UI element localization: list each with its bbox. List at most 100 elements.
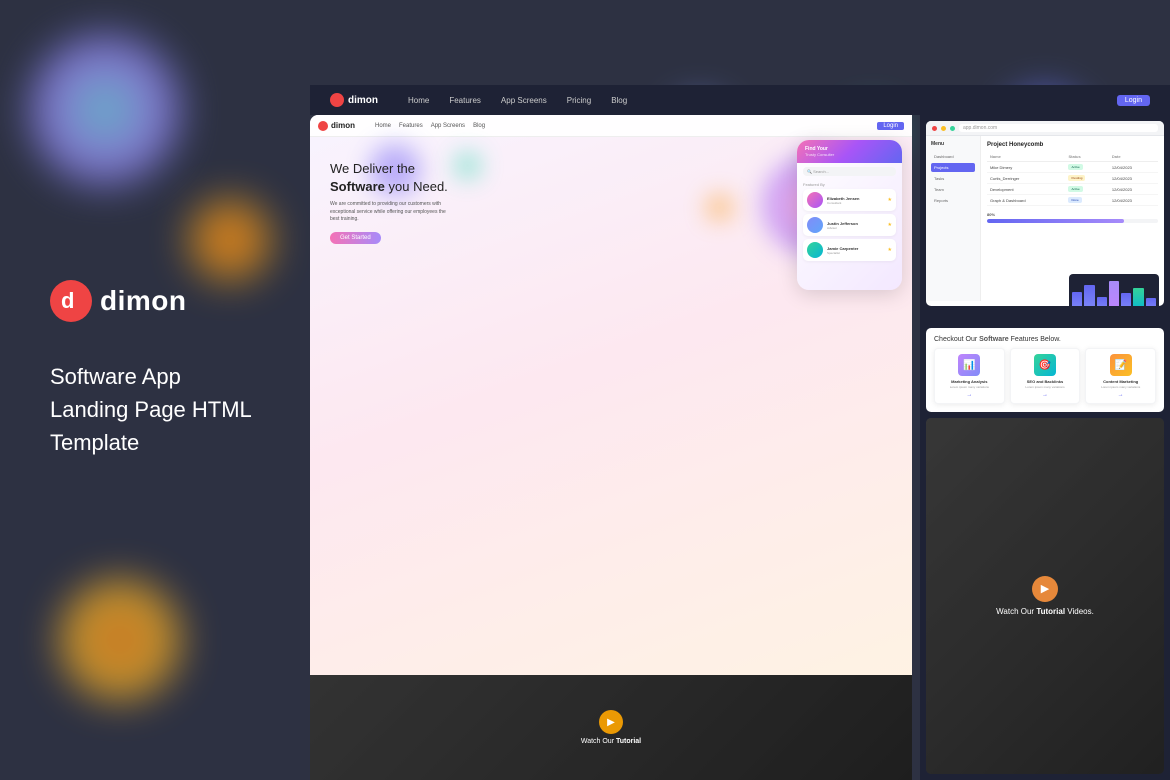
- td-status-3: Active: [1065, 184, 1108, 195]
- progress-label: 80%: [987, 212, 995, 217]
- navbar-link-appscreens[interactable]: App Screens: [501, 96, 547, 105]
- td-status-2: Pending: [1065, 173, 1108, 184]
- status-badge-2: Pending: [1068, 175, 1085, 181]
- right-features-title: Checkout Our Software Features Below.: [934, 336, 1156, 343]
- sidebar-item-tasks[interactable]: Tasks: [931, 174, 975, 183]
- right-feature-desc-1: Lorem ipsum many variations: [940, 386, 999, 390]
- table-row: Development Active 12/04/2023: [987, 184, 1158, 195]
- navbar: dimon Home Features App Screens Pricing …: [310, 85, 1170, 115]
- screenshots-row: dimon Home Features App Screens Blog Log…: [310, 115, 1170, 780]
- navbar-logo: dimon: [330, 93, 378, 107]
- right-feature-card-3: 📝 Content Marketing Lorem ipsum many var…: [1085, 348, 1156, 404]
- svg-text:d: d: [61, 288, 74, 313]
- ss-nav-login[interactable]: Login: [877, 122, 904, 130]
- user-star-2: ★: [888, 222, 892, 228]
- sidebar-item-projects[interactable]: Projects: [931, 163, 975, 172]
- right-feature-name-1: Marketing Analysis: [940, 379, 999, 384]
- right-video-overlay: ▶ Watch Our Tutorial Videos.: [926, 418, 1164, 774]
- blob-topleft: [30, 35, 180, 185]
- sidebar-header: Menu: [931, 141, 975, 147]
- ss-nav-features[interactable]: Features: [399, 123, 423, 129]
- right-feature-arrow-2: →: [1016, 392, 1075, 398]
- phone-featured-label: Featured By: [803, 182, 896, 187]
- title-line3: Template: [50, 426, 252, 459]
- ss-video-text: Watch Our Tutorial: [581, 738, 641, 745]
- status-badge-3: Active: [1068, 186, 1082, 192]
- logo-text: dimon: [100, 285, 187, 317]
- title-line1: Software App: [50, 360, 252, 393]
- right-feature-desc-3: Lorem ipsum many variations: [1091, 386, 1150, 390]
- phone-users-list: Elizabeth Jensen Consultant ★ Justin Jef…: [797, 189, 902, 261]
- right-feature-card-1: 📊 Marketing Analysis Lorem ipsum many va…: [934, 348, 1005, 404]
- right-video-section: ▶ Watch Our Tutorial Videos.: [926, 418, 1164, 774]
- navbar-login-button[interactable]: Login: [1117, 95, 1150, 106]
- status-badge-4: Done: [1068, 197, 1081, 203]
- browser-dot-red: [932, 126, 937, 131]
- sidebar-item-dashboard[interactable]: Dashboard: [931, 152, 975, 161]
- sidebar-item-reports[interactable]: Reports: [931, 196, 975, 205]
- td-status-4: Done: [1065, 195, 1108, 206]
- td-name-3: Development: [987, 184, 1065, 195]
- td-name-2: Curtis_Derringer: [987, 173, 1065, 184]
- ss-nav-home[interactable]: Home: [375, 123, 391, 129]
- dimon-logo-icon: d: [50, 280, 92, 322]
- progress-section: 80%: [987, 212, 1158, 223]
- ss-nav-appscreens[interactable]: App Screens: [431, 123, 465, 129]
- user-info-2: Justin Jefferson Advisor: [827, 221, 884, 230]
- browser-url-bar[interactable]: app.dimon.com: [959, 124, 1158, 132]
- right-video-text: Watch Our Tutorial Videos.: [996, 607, 1094, 616]
- phone-user-3: Jamie Carpenter Specialist ★: [803, 239, 896, 261]
- phone-user-2: Justin Jefferson Advisor ★: [803, 214, 896, 236]
- td-date-2: 12/04/2023: [1109, 173, 1158, 184]
- sidebar-item-team[interactable]: Team: [931, 185, 975, 194]
- browser-mockup: app.dimon.com Menu Dashboard Projects Ta…: [926, 121, 1164, 306]
- navbar-link-features[interactable]: Features: [449, 96, 481, 105]
- chart-bar-2: [1084, 285, 1094, 306]
- browser-dot-green: [950, 126, 955, 131]
- phone-header: Find Your Trusty Consulter: [797, 140, 902, 163]
- table-row: Mike Dimery Active 12/04/2023: [987, 162, 1158, 173]
- browser-table: Name Status Date Mike Dimery Active 12/0…: [987, 152, 1158, 206]
- ss-nav-logo: dimon: [318, 121, 355, 131]
- status-badge-1: Active: [1068, 164, 1082, 170]
- navbar-link-pricing[interactable]: Pricing: [567, 96, 591, 105]
- ss-play-button[interactable]: ▶: [599, 710, 623, 734]
- phone-user-1: Elizabeth Jensen Consultant ★: [803, 189, 896, 211]
- title-block: Software App Landing Page HTML Template: [50, 360, 252, 459]
- td-date-1: 12/04/2023: [1109, 162, 1158, 173]
- blob-mid-small: [190, 200, 270, 280]
- user-info-1: Elizabeth Jensen Consultant: [827, 196, 884, 205]
- ss-nav-links: Home Features App Screens Blog: [375, 123, 485, 129]
- phone-search[interactable]: 🔍 Search...: [803, 167, 896, 176]
- user-star-3: ★: [888, 247, 892, 253]
- logo-area: d dimon: [50, 280, 187, 322]
- left-panel: d dimon Software App Landing Page HTML T…: [0, 0, 310, 780]
- right-features-grid: 📊 Marketing Analysis Lorem ipsum many va…: [934, 348, 1156, 404]
- ss-nav-logo-icon: [318, 121, 328, 131]
- navbar-link-home[interactable]: Home: [408, 96, 429, 105]
- td-name-4: Graph & Dashboard: [987, 195, 1065, 206]
- ss-nav-blog[interactable]: Blog: [473, 123, 485, 129]
- right-features-section: Checkout Our Software Features Below. 📊 …: [926, 328, 1164, 412]
- th-date: Date: [1109, 152, 1158, 162]
- chart-bar-4: [1109, 281, 1119, 306]
- chart-widget: [1069, 274, 1159, 306]
- chart-bar-7: [1146, 298, 1156, 306]
- user-role-1: Consultant: [827, 201, 884, 205]
- right-feature-arrow-3: →: [1091, 392, 1150, 398]
- ss-nav-logo-text: dimon: [331, 121, 355, 130]
- ss-video-section: ▶ Watch Our Tutorial: [310, 675, 912, 780]
- ss-video-overlay: ▶ Watch Our Tutorial: [310, 675, 912, 780]
- th-name: Name: [987, 152, 1065, 162]
- avatar-1: [807, 192, 823, 208]
- phone-subtitle: Trusty Consulter: [805, 152, 894, 157]
- avatar-2: [807, 217, 823, 233]
- td-name-1: Mike Dimery: [987, 162, 1065, 173]
- right-feature-icon-1: 📊: [958, 354, 980, 376]
- ss-hero-cta[interactable]: Get Started: [330, 232, 381, 244]
- right-play-button[interactable]: ▶: [1032, 576, 1058, 602]
- right-feature-arrow-1: →: [940, 392, 999, 398]
- navbar-link-blog[interactable]: Blog: [611, 96, 627, 105]
- phone-mockup: Find Your Trusty Consulter 🔍 Search... F…: [797, 140, 902, 290]
- chart-bar-3: [1097, 297, 1107, 306]
